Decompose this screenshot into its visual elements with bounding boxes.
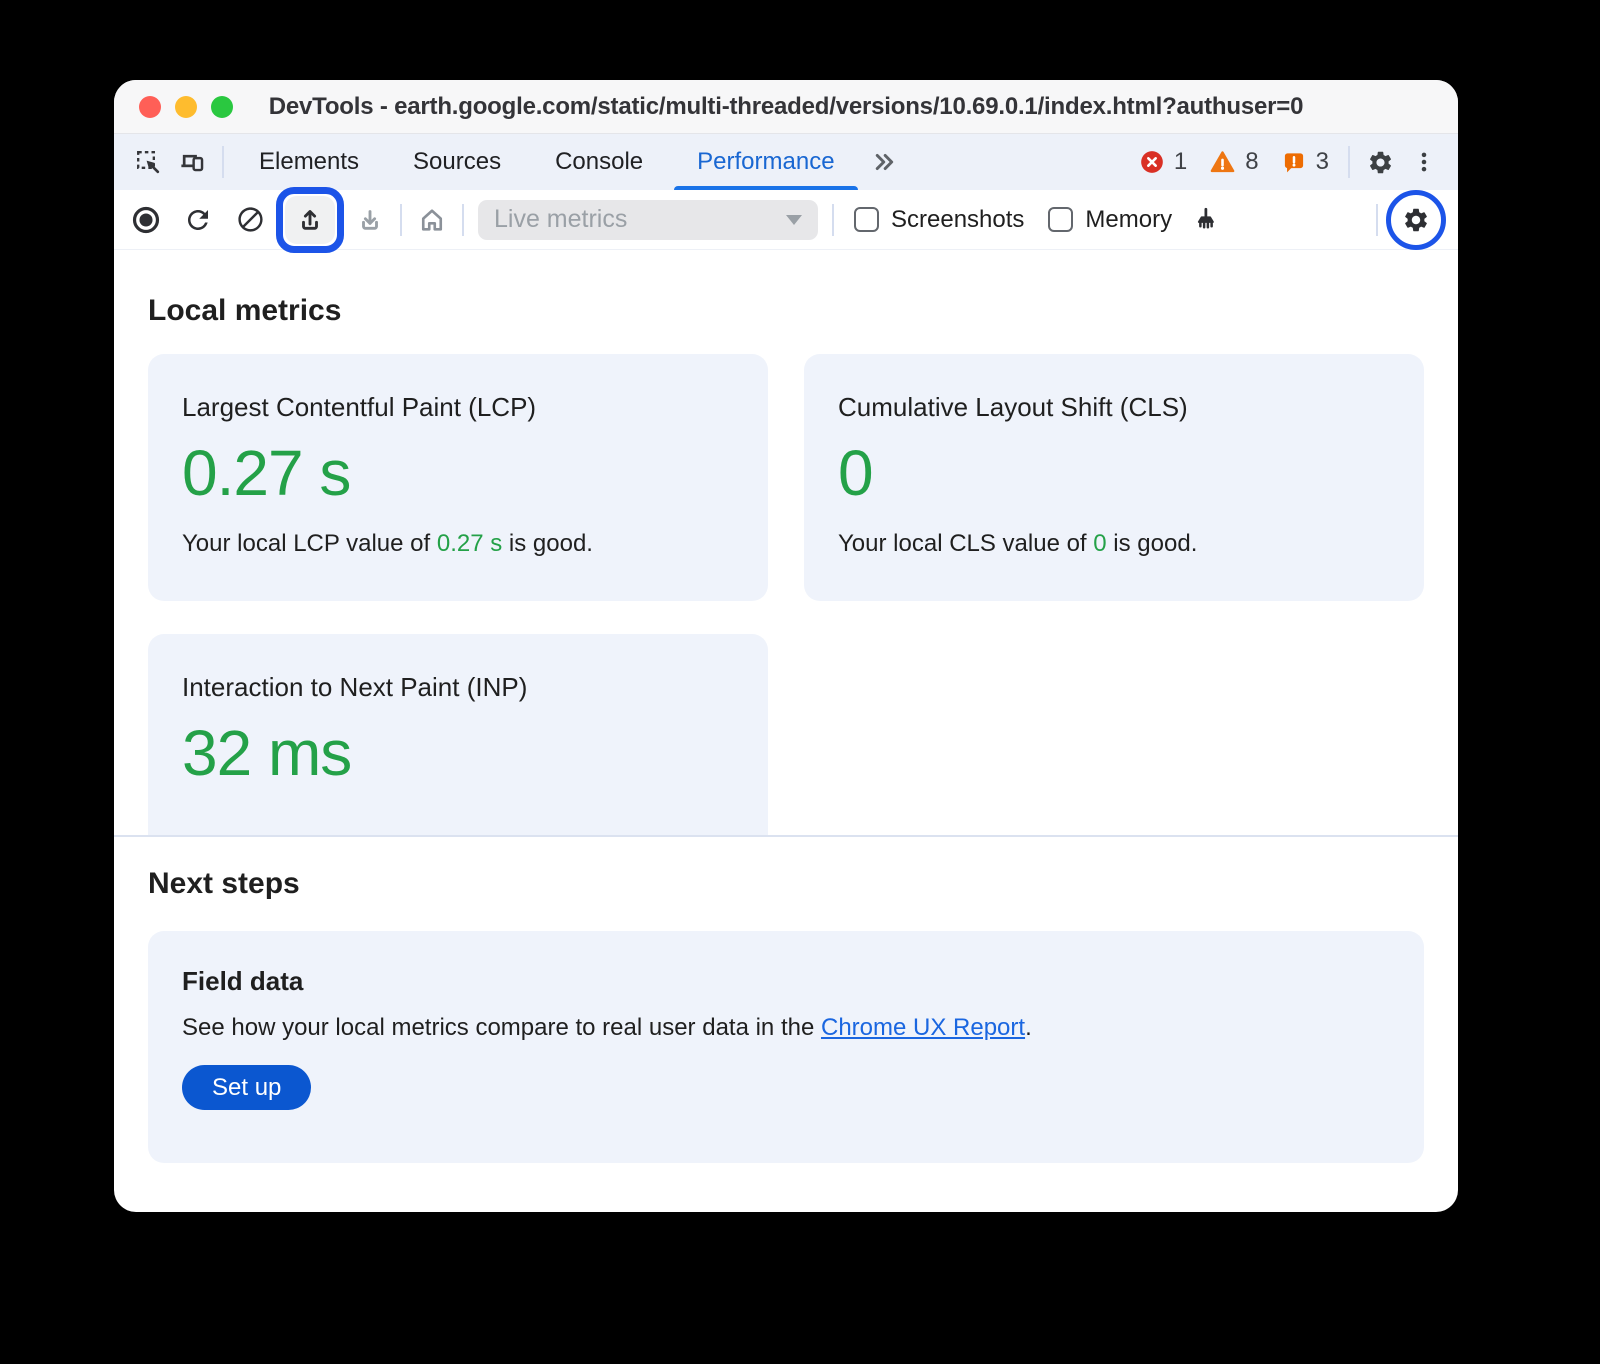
next-steps-heading: Next steps [148,867,1424,901]
tab-performance[interactable]: Performance [670,134,861,190]
save-profile-button[interactable] [348,198,392,242]
device-toolbar-icon [178,148,206,176]
field-data-title: Field data [182,966,1390,997]
tab-elements[interactable]: Elements [232,134,386,190]
memory-label: Memory [1085,206,1172,234]
issue-icon [1281,149,1307,175]
upload-button-highlight-annotation [276,187,344,253]
record-button[interactable] [124,198,168,242]
error-count: 1 [1174,148,1187,176]
console-errors-badge[interactable]: 1 [1139,148,1187,176]
clear-button[interactable] [228,198,272,242]
settings-button-circle-annotation [1386,190,1446,250]
cls-card-title: Cumulative Layout Shift (CLS) [838,392,1390,422]
inp-card: Interaction to Next Paint (INP) 32 ms [148,634,768,835]
lcp-value: 0.27 s [182,438,734,508]
inspect-element-button[interactable] [126,140,170,184]
toolbar-divider-3 [832,204,834,236]
load-profile-button[interactable] [285,196,335,244]
close-window-button[interactable] [139,96,161,118]
clear-icon [236,205,265,234]
field-data-text-prefix: See how your local metrics compare to re… [182,1014,821,1041]
memory-checkbox[interactable] [1048,207,1073,232]
broom-icon [1191,205,1221,235]
cls-card: Cumulative Layout Shift (CLS) 0 Your loc… [804,354,1424,601]
inp-value: 32 ms [182,718,734,788]
local-metrics-section: Local metrics Largest Contentful Paint (… [114,250,1458,835]
toolbar-divider [400,204,402,236]
console-warnings-badge[interactable]: 8 [1209,148,1258,176]
tab-console[interactable]: Console [528,134,670,190]
inp-card-title: Interaction to Next Paint (INP) [182,672,734,702]
zoom-window-button[interactable] [211,96,233,118]
lcp-description: Your local LCP value of 0.27 s is good. [182,530,734,558]
lcp-card: Largest Contentful Paint (LCP) 0.27 s Yo… [148,354,768,601]
warning-count: 8 [1245,148,1258,176]
download-icon [355,205,385,235]
lcp-desc-prefix: Your local LCP value of [182,530,437,557]
more-tabs-button[interactable] [862,140,906,184]
devtools-window: DevTools - earth.google.com/static/multi… [114,80,1458,1212]
field-data-card: Field data See how your local metrics co… [148,931,1424,1163]
title-bar: DevTools - earth.google.com/static/multi… [114,80,1458,134]
toolbar-divider-2 [462,204,464,236]
tab-bar-divider [222,146,224,178]
issues-badge[interactable]: 3 [1281,148,1329,176]
performance-toolbar: Live metrics Screenshots Memory [114,190,1458,250]
local-metrics-heading: Local metrics [148,294,1424,328]
screenshots-check-group: Screenshots [854,206,1024,234]
kebab-menu-icon [1411,149,1437,175]
cls-desc-prefix: Your local CLS value of [838,530,1093,557]
screenshot-canvas: { "window_title": "DevTools - earth.goog… [0,0,1600,1364]
cls-desc-value: 0 [1093,530,1106,557]
collect-garbage-button[interactable] [1184,198,1228,242]
toolbar-divider-4 [1376,204,1378,236]
chrome-ux-report-link[interactable]: Chrome UX Report [821,1014,1025,1041]
cls-value: 0 [838,438,1390,508]
upload-icon [295,205,325,235]
tab-bar-divider-right [1348,146,1350,178]
minimize-window-button[interactable] [175,96,197,118]
tab-sources[interactable]: Sources [386,134,528,190]
issue-count: 3 [1316,148,1329,176]
lcp-desc-value: 0.27 s [437,530,502,557]
metrics-grid: Largest Contentful Paint (LCP) 0.27 s Yo… [148,354,1424,835]
gear-icon [1367,149,1394,176]
record-and-reload-button[interactable] [176,198,220,242]
set-up-button[interactable]: Set up [182,1065,311,1110]
screenshots-checkbox[interactable] [854,207,879,232]
cls-description: Your local CLS value of 0 is good. [838,530,1390,558]
window-title: DevTools - earth.google.com/static/multi… [269,93,1304,121]
field-data-text-suffix: . [1025,1014,1032,1041]
screenshots-label: Screenshots [891,206,1024,234]
devtools-tab-bar: Elements Sources Console Performance 1 [114,134,1458,190]
lcp-desc-suffix: is good. [502,530,593,557]
lcp-card-title: Largest Contentful Paint (LCP) [182,392,734,422]
double-chevron-right-icon [870,148,898,176]
next-steps-section: Next steps Field data See how your local… [114,837,1458,1163]
traffic-lights [139,80,233,133]
record-icon [130,204,162,236]
live-metrics-select[interactable]: Live metrics [478,200,818,240]
warning-icon [1209,149,1236,176]
live-metrics-home-button[interactable] [410,198,454,242]
cls-desc-suffix: is good. [1107,530,1198,557]
chevron-down-icon [786,215,802,225]
device-toolbar-button[interactable] [170,140,214,184]
devtools-settings-button[interactable] [1358,140,1402,184]
gear-icon[interactable] [1402,206,1430,234]
field-data-text: See how your local metrics compare to re… [182,1014,1390,1042]
live-metrics-select-value: Live metrics [494,205,627,234]
memory-check-group: Memory [1048,206,1172,234]
reload-icon [183,205,213,235]
home-icon [417,205,447,235]
inspect-element-icon [134,148,162,176]
devtools-menu-button[interactable] [1402,140,1446,184]
error-icon [1139,149,1165,175]
